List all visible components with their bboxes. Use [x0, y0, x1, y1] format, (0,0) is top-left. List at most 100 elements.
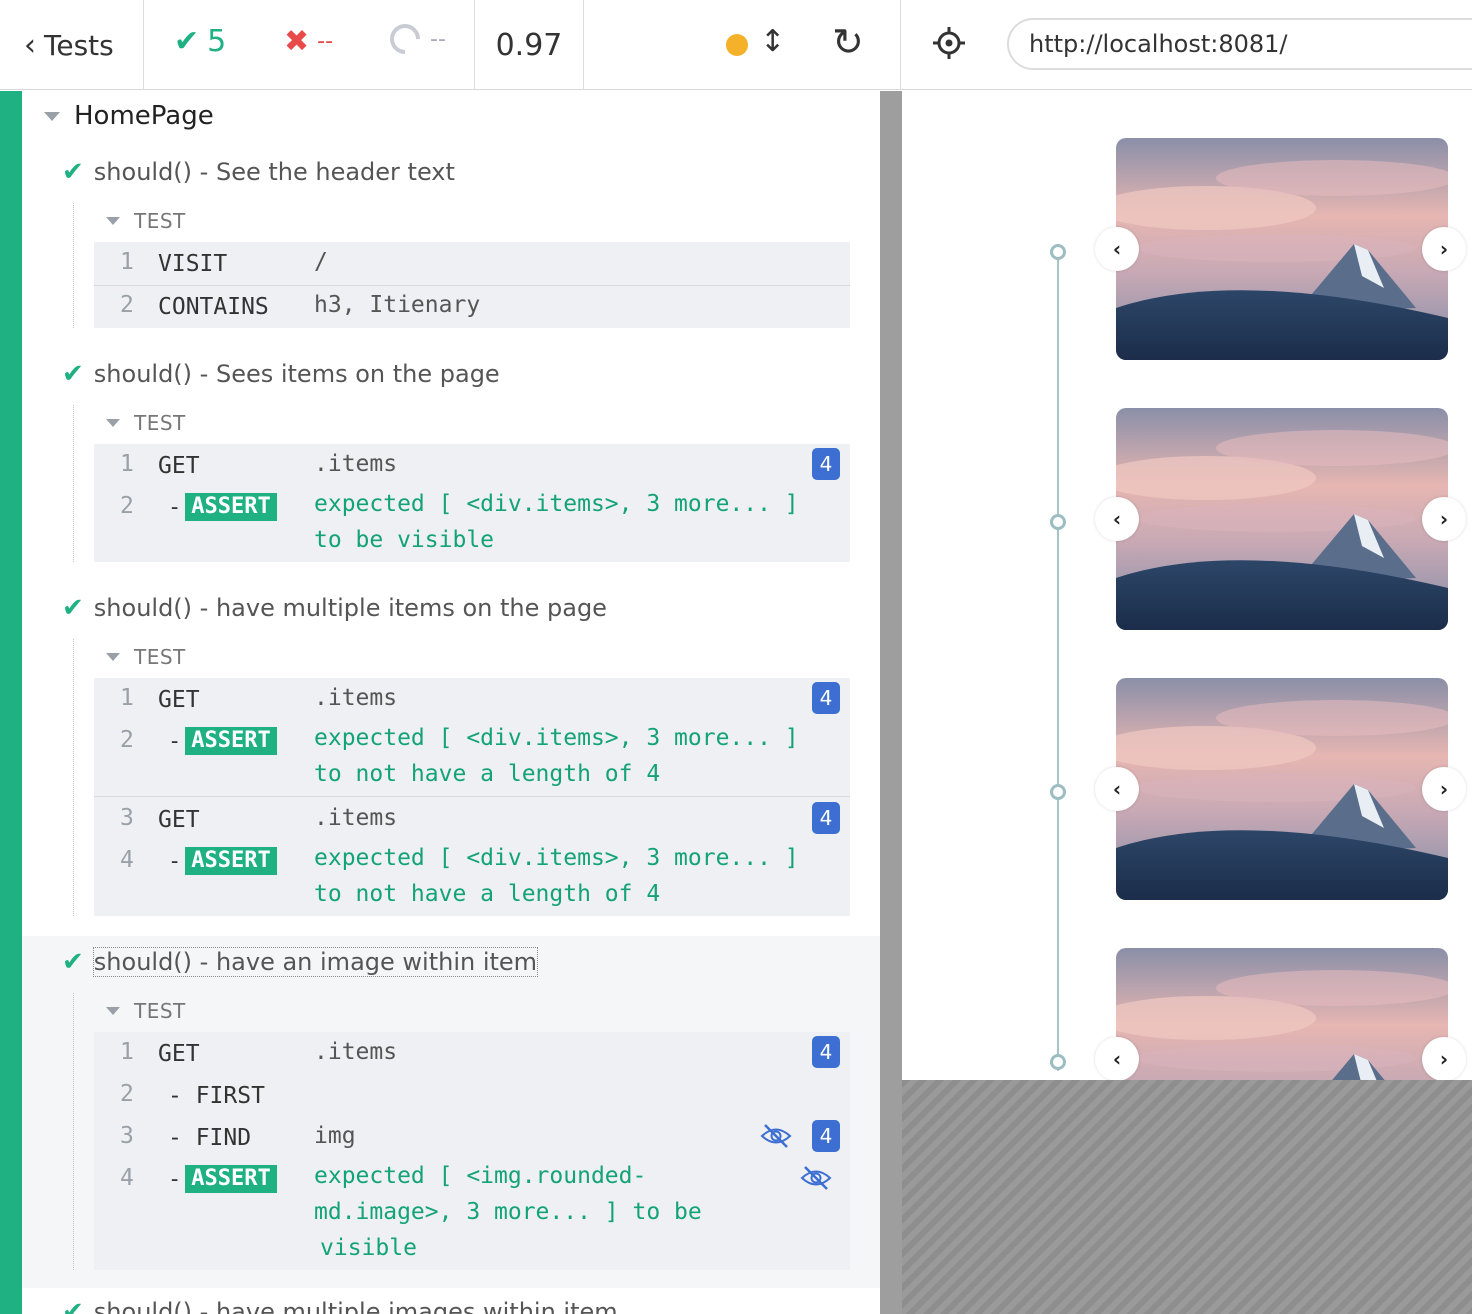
element-count-badge: 4 [812, 802, 840, 834]
tree-line [73, 405, 74, 562]
command-name[interactable]: - FIRST [168, 1083, 265, 1109]
item-card-image [1116, 408, 1448, 630]
x-icon: ✖ [284, 24, 310, 59]
test-section-label[interactable]: TEST [106, 411, 186, 435]
timeline-dot [1050, 1054, 1066, 1070]
test-stats: ✔ 5 ✖ -- -- [144, 0, 474, 90]
tree-line [73, 993, 74, 1270]
check-icon: ✔ [62, 1297, 84, 1314]
command-number: 4 [120, 1165, 134, 1191]
check-icon: ✔ [174, 24, 200, 59]
rerun-icon[interactable]: ↻ [832, 20, 864, 64]
assert-badge[interactable]: - ASSERT [168, 493, 277, 521]
command-message[interactable]: h3, Itienary [314, 292, 480, 318]
command-name[interactable]: GET [158, 453, 200, 479]
assert-message[interactable]: to not have a length of 4 [314, 761, 660, 787]
check-icon: ✔ [62, 157, 84, 187]
divider [900, 0, 901, 90]
item-card-image [1116, 678, 1448, 900]
command-number: 3 [120, 805, 134, 831]
item-card-image [1116, 138, 1448, 360]
timeline-dot [1050, 514, 1066, 530]
eye-slash-icon [800, 1166, 832, 1190]
selector-playground-icon[interactable] [932, 26, 966, 60]
check-icon: ✔ [62, 947, 84, 977]
assert-message[interactable]: md.image>, 3 more... ] to be [314, 1199, 702, 1225]
chevron-left-icon: ‹ [24, 27, 36, 63]
test-section-label[interactable]: TEST [106, 209, 186, 233]
command-number: 2 [120, 493, 134, 519]
command-name[interactable]: CONTAINS [158, 294, 269, 320]
command-number: 1 [120, 451, 134, 477]
url-bar[interactable]: http://localhost:8081/ [1007, 18, 1472, 70]
command-name[interactable]: GET [158, 687, 200, 713]
assert-message[interactable]: visible [320, 1235, 417, 1261]
command-name[interactable]: VISIT [158, 251, 227, 277]
passed-count[interactable]: ✔ 5 [174, 24, 226, 59]
assert-message[interactable]: to not have a length of 4 [314, 881, 660, 907]
assert-message[interactable]: expected [ <div.items>, 3 more... ] [314, 725, 799, 751]
back-label: Tests [44, 28, 114, 62]
reporter-header: ‹ Tests ✔ 5 ✖ -- -- 0.97 ↕ ↻ http://loca… [0, 0, 1472, 90]
element-count-badge: 4 [812, 448, 840, 480]
assert-message[interactable]: to be visible [314, 527, 494, 553]
command-message[interactable]: .items [314, 1039, 397, 1065]
command-message[interactable]: .items [314, 805, 397, 831]
collapse-triangle-icon [106, 419, 120, 427]
command-number: 4 [120, 847, 134, 873]
command-message[interactable]: / [314, 249, 328, 275]
command-message[interactable]: .items [314, 451, 397, 477]
test-title[interactable]: ✔ should() - See the header text [62, 157, 455, 187]
carousel-prev-button[interactable]: ‹ [1095, 767, 1139, 811]
assert-badge[interactable]: - ASSERT [168, 727, 277, 755]
command-name[interactable]: GET [158, 807, 200, 833]
carousel-next-button[interactable]: › [1422, 227, 1466, 271]
carousel-prev-button[interactable]: ‹ [1095, 227, 1139, 271]
element-count-badge: 4 [812, 1120, 840, 1152]
carousel-next-button[interactable]: › [1422, 767, 1466, 811]
collapse-triangle-icon [106, 1007, 120, 1015]
assert-message[interactable]: expected [ <div.items>, 3 more... ] [314, 491, 799, 517]
check-icon: ✔ [62, 593, 84, 623]
auto-scroll-toggle-icon[interactable]: ↕ [760, 24, 785, 59]
assert-badge[interactable]: - ASSERT [168, 1165, 277, 1193]
panel-resize-gutter[interactable] [880, 91, 902, 1314]
assert-message[interactable]: expected [ <div.items>, 3 more... ] [314, 845, 799, 871]
assert-badge[interactable]: - ASSERT [168, 847, 277, 875]
test-section-label[interactable]: TEST [106, 645, 186, 669]
carousel-prev-button[interactable]: ‹ [1095, 1037, 1139, 1081]
timeline-line [1057, 251, 1059, 1071]
divider [94, 796, 850, 797]
command-message[interactable]: img [314, 1123, 356, 1149]
timeline-dot [1050, 244, 1066, 260]
command-message[interactable]: .items [314, 685, 397, 711]
command-group [94, 1032, 850, 1270]
tree-line [73, 203, 74, 328]
collapse-triangle-icon [106, 217, 120, 225]
back-to-tests-button[interactable]: ‹ Tests [0, 0, 143, 90]
command-name[interactable]: - FIND [168, 1125, 251, 1151]
assert-message[interactable]: expected [ <img.rounded- [314, 1163, 646, 1189]
failed-count[interactable]: ✖ -- [284, 24, 333, 59]
carousel-next-button[interactable]: › [1422, 497, 1466, 541]
test-title[interactable]: ✔ should() - have multiple items on the … [62, 593, 607, 623]
pending-circle-icon [383, 17, 427, 61]
test-title[interactable]: ✔ should() - Sees items on the page [62, 359, 500, 389]
eye-slash-icon [760, 1124, 792, 1148]
test-title[interactable]: ✔ should() - have multiple images within… [62, 1297, 618, 1314]
command-name[interactable]: GET [158, 1041, 200, 1067]
carousel-next-button[interactable]: › [1422, 1037, 1466, 1081]
preview-background [902, 1080, 1472, 1314]
test-section-label[interactable]: TEST [106, 999, 186, 1023]
command-log-panel: HomePage ✔ should() - See the header tex… [0, 91, 880, 1314]
check-icon: ✔ [62, 359, 84, 389]
element-count-badge: 4 [812, 1036, 840, 1068]
tree-line [73, 639, 74, 916]
command-number: 1 [120, 249, 134, 275]
suite-status-bar [0, 91, 22, 1314]
pending-count[interactable]: -- [383, 17, 446, 61]
suite-title[interactable]: HomePage [44, 101, 214, 131]
item-card-image [1116, 948, 1448, 1081]
carousel-prev-button[interactable]: ‹ [1095, 497, 1139, 541]
test-title[interactable]: ✔ should() - have an image within item [62, 947, 539, 977]
